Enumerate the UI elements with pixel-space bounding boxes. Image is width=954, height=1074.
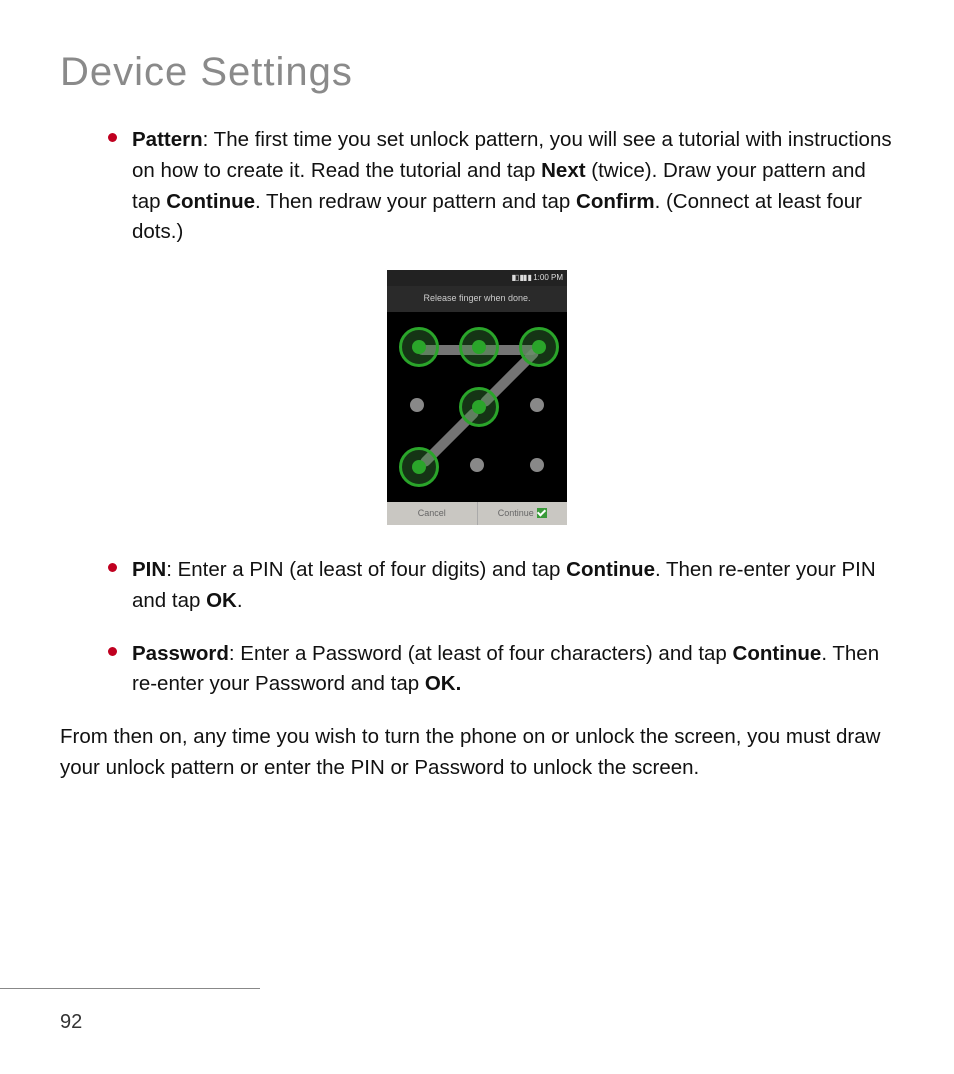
- status-time: 1:00 PM: [533, 273, 563, 282]
- continue-button[interactable]: Continue: [477, 502, 568, 526]
- bullet-list: PIN: Enter a PIN (at least of four digit…: [108, 555, 894, 700]
- label: Pattern: [132, 128, 203, 151]
- phone-frame: ▮▯ ▮▮ ▮ 1:00 PM Release finger when done…: [387, 270, 567, 525]
- pattern-grid[interactable]: [387, 312, 567, 502]
- pattern-dot-selected: [399, 327, 439, 367]
- status-bar: ▮▯ ▮▮ ▮ 1:00 PM: [387, 270, 567, 286]
- pattern-dot: [530, 458, 544, 472]
- signal-icon: ▮▯ ▮▮ ▮: [512, 273, 531, 282]
- page-title: Device Settings: [60, 50, 894, 95]
- pattern-dot: [470, 458, 484, 472]
- check-icon: [537, 508, 547, 518]
- bullet-icon: [108, 133, 117, 142]
- closing-text: From then on, any time you wish to turn …: [60, 722, 894, 784]
- bullet-password: Password: Enter a Password (at least of …: [108, 639, 894, 701]
- cancel-button[interactable]: Cancel: [387, 502, 477, 526]
- pattern-dot-selected: [519, 327, 559, 367]
- pattern-dot: [410, 398, 424, 412]
- bullet-pattern: Pattern: The first time you set unlock p…: [108, 125, 894, 248]
- pattern-dot: [530, 398, 544, 412]
- pattern-dot-selected: [399, 447, 439, 487]
- label: Password: [132, 642, 229, 665]
- bullet-icon: [108, 563, 117, 572]
- footer-rule: [0, 988, 260, 989]
- pattern-dot-selected: [459, 327, 499, 367]
- bullet-list: Pattern: The first time you set unlock p…: [108, 125, 894, 248]
- instruction-text: Release finger when done.: [387, 286, 567, 312]
- document-page: Device Settings Pattern: The first time …: [0, 0, 954, 1074]
- bullet-pin: PIN: Enter a PIN (at least of four digit…: [108, 555, 894, 617]
- content: Pattern: The first time you set unlock p…: [60, 125, 894, 784]
- phone-screenshot: ▮▯ ▮▮ ▮ 1:00 PM Release finger when done…: [60, 270, 894, 525]
- pattern-dot-selected: [459, 387, 499, 427]
- bullet-icon: [108, 647, 117, 656]
- button-bar: Cancel Continue: [387, 502, 567, 526]
- page-number: 92: [60, 1011, 82, 1034]
- label: PIN: [132, 558, 166, 581]
